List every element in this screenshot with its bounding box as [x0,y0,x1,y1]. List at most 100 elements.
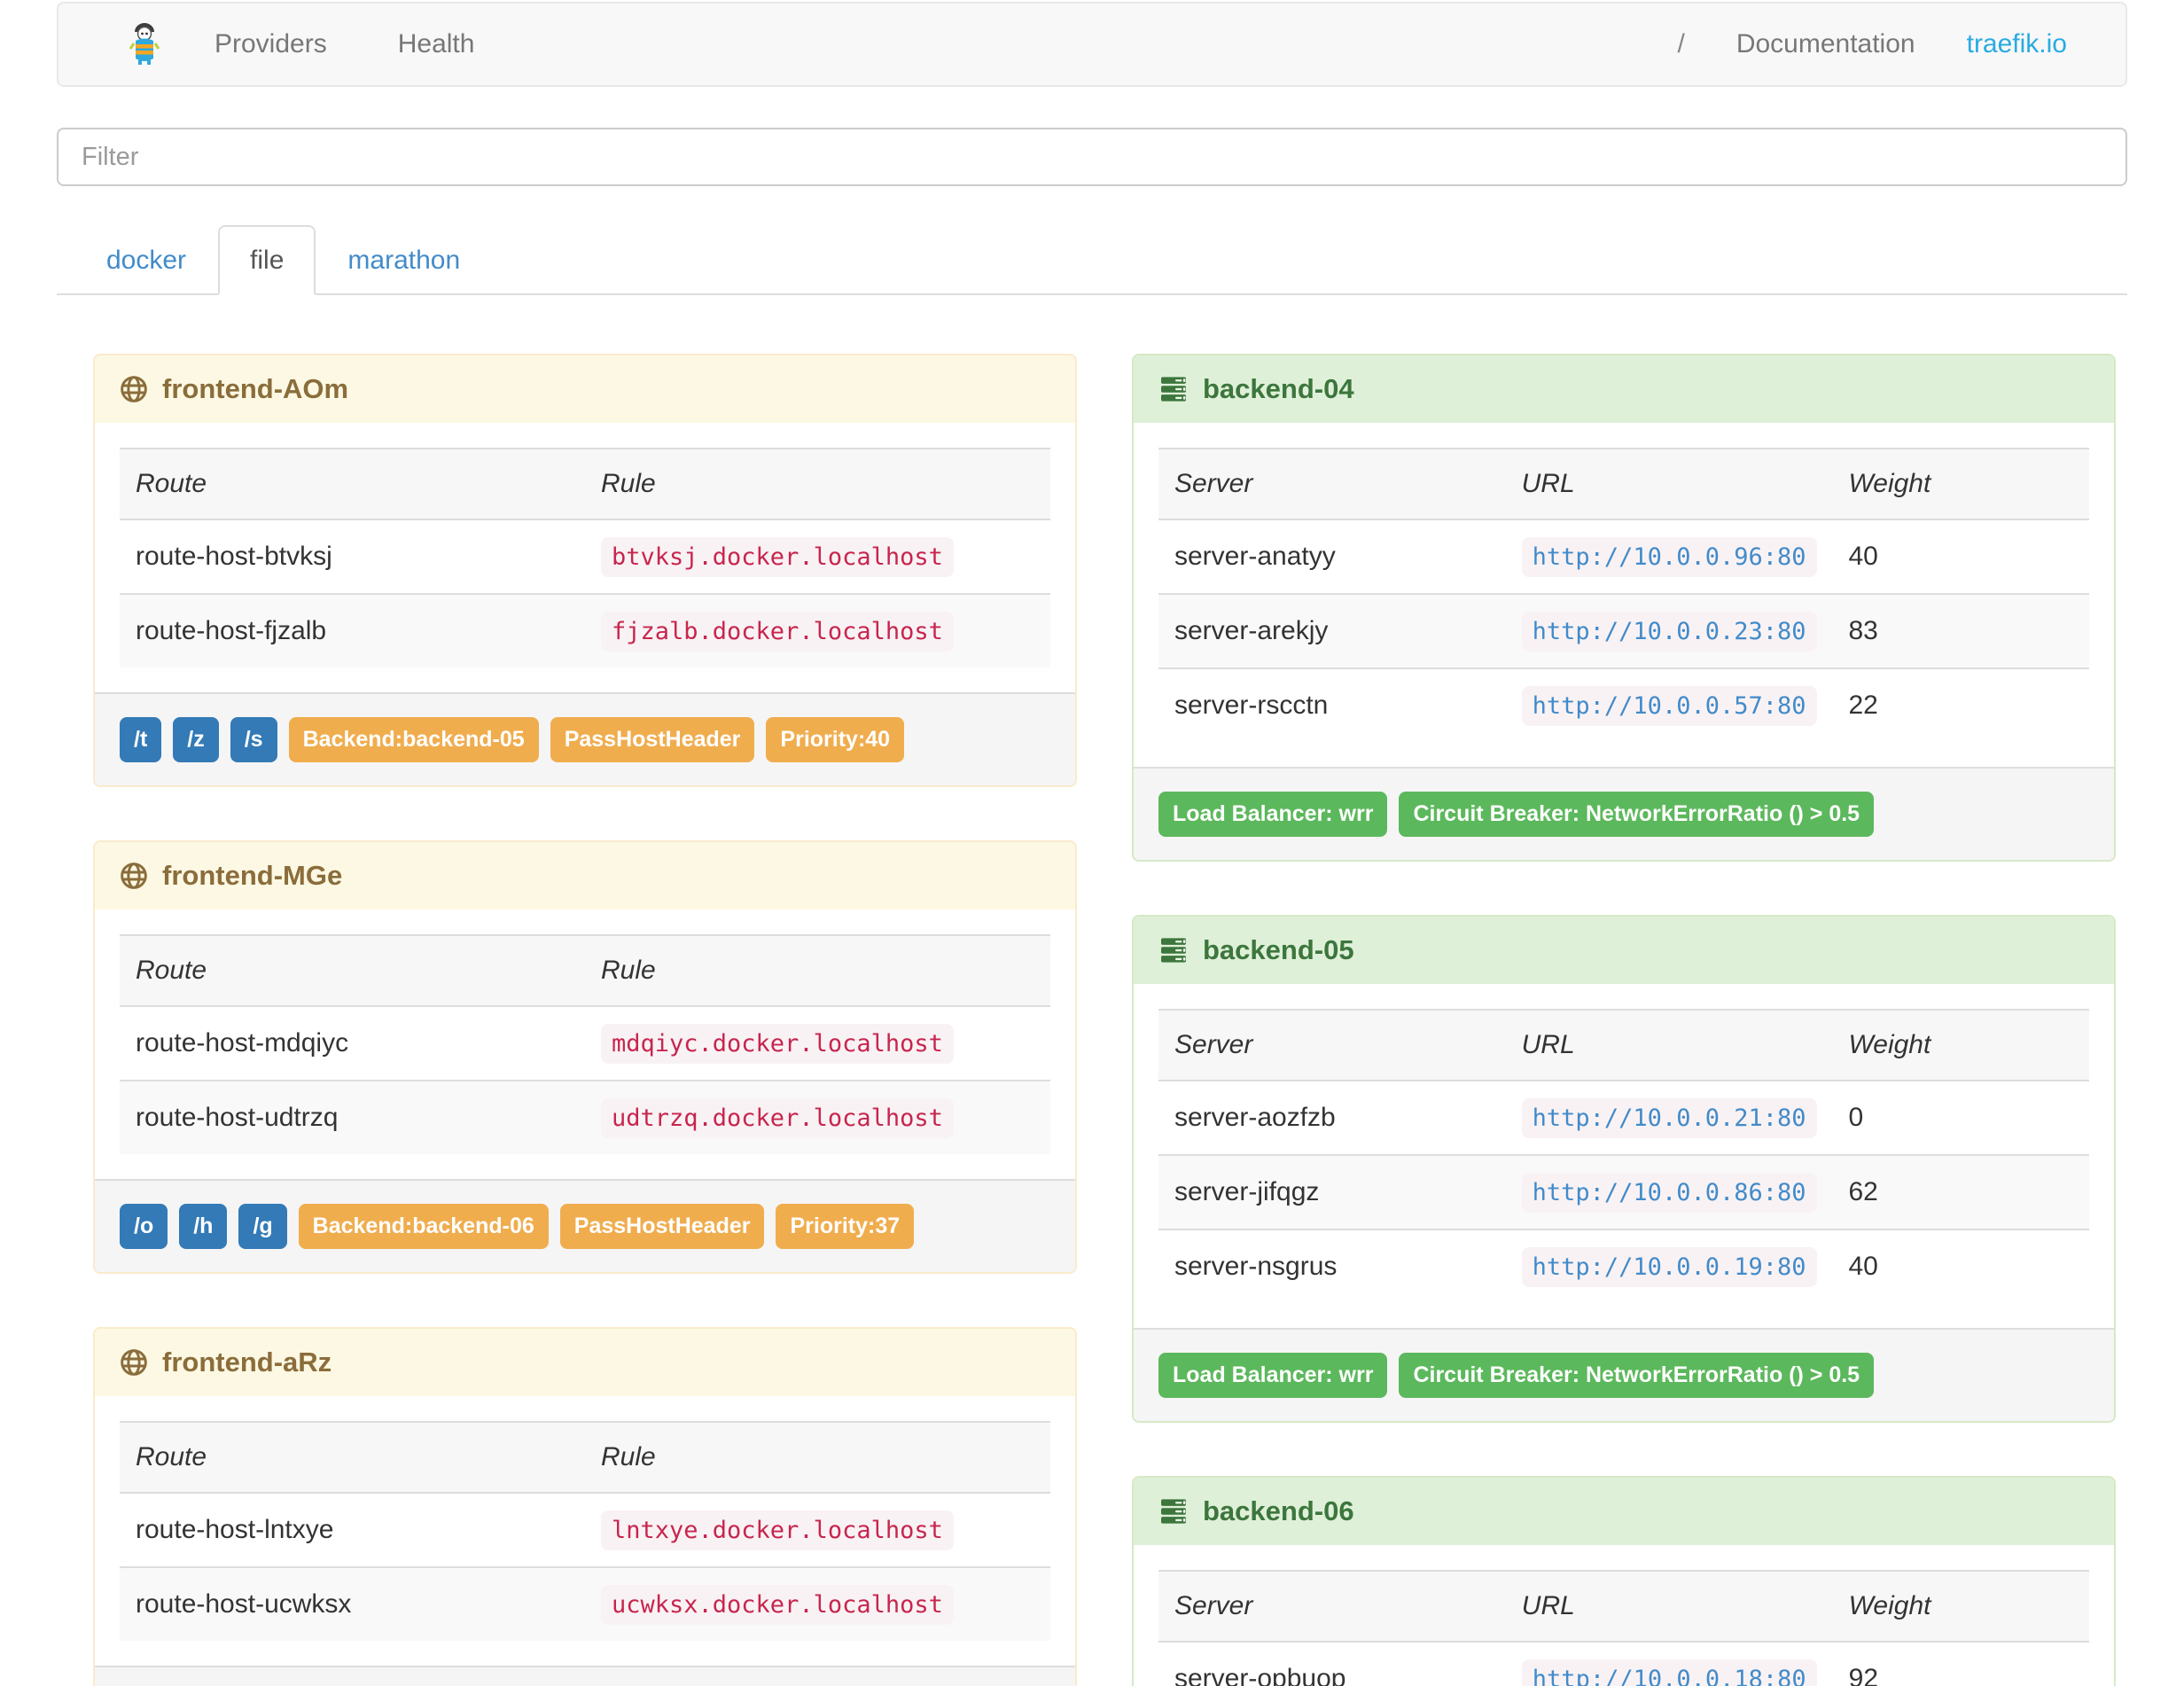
route-name: route-host-ucwksx [120,1566,585,1641]
routes-table-header-row: Route Rule [120,1421,1050,1494]
nav-link-documentation[interactable]: Documentation [1736,29,1915,59]
server-name: server-arekjy [1158,593,1506,668]
frontend-card-header: frontend-MGe [95,842,1075,909]
provider-tabs: docker file marathon [57,225,2127,295]
servers-table: Server URL Weight server-aozfzb http://1… [1158,1009,2089,1303]
frontend-setting-badge: Priority:40 [766,717,905,762]
backend-card-body: Server URL Weight server-aozfzb http://1… [1134,984,2114,1328]
entrypoint-badge: /t [120,717,162,762]
frontend-card-footer: /b/g/y Backend:backend-04PassHostHeaderP… [95,1666,1075,1686]
server-url-link[interactable]: http://10.0.0.96:80 [1521,537,1817,577]
column-header-url: URL [1505,1009,1833,1081]
server-url-link[interactable]: http://10.0.0.86:80 [1521,1173,1817,1213]
frontend-card-footer: /o/h/g Backend:backend-06 PassHostHeader P… [95,1179,1075,1272]
tab-file: file [218,225,316,295]
server-weight: 83 [1832,593,2089,668]
server-weight: 62 [1832,1154,2089,1229]
routes-table: Route Rule route-host-mdqiyc mdqiyc.dock… [120,934,1050,1154]
frontend-card: frontend-AOm Route Rule route-host-btvks… [93,354,1077,787]
frontend-card: frontend-MGe Route Rule route-host-mdqiy… [93,840,1077,1274]
column-header-route: Route [120,1421,585,1494]
server-row: server-nsgrus http://10.0.0.19:80 40 [1158,1229,2089,1303]
entrypoint-badge: /h [179,1204,228,1249]
tab-marathon: marathon [316,225,492,293]
server-name: server-rscctn [1158,667,1506,742]
frontend-card-body: Route Rule route-host-btvksj btvksj.dock… [95,423,1075,692]
frontend-setting-badge: Backend:backend-05 [288,717,539,762]
frontend-card-header: frontend-AOm [95,355,1075,423]
server-url-code: http://10.0.0.18:80 [1521,1659,1817,1686]
server-stack-icon [1158,1497,1189,1526]
server-row: server-jifqgz http://10.0.0.86:80 62 [1158,1154,2089,1229]
server-url-link[interactable]: http://10.0.0.23:80 [1521,612,1817,652]
globe-icon [120,375,148,403]
backend-card-footer: Load Balancer: wrr Circuit Breaker: Netwo… [1134,1328,2114,1421]
frontend-setting-badge: Priority:37 [776,1204,915,1249]
nav-link-providers[interactable]: Providers [214,29,327,59]
backend-setting-badge: Load Balancer: wrr [1158,792,1388,837]
frontend-setting-badge: Backend:backend-06 [298,1204,549,1249]
routes-table-header-row: Route Rule [120,448,1050,520]
server-name: server-jifqgz [1158,1154,1506,1229]
rule-code: lntxye.docker.localhost [601,1510,954,1550]
frontend-card-body: Route Rule route-host-lntxye lntxye.dock… [95,1396,1075,1666]
route-row: route-host-lntxye lntxye.docker.localhos… [120,1493,1050,1567]
backend-card: backend-06 Server URL Weight server-opbu… [1132,1476,2116,1686]
entrypoint-badge: /g [238,1204,287,1249]
frontend-card-header: frontend-aRz [95,1329,1075,1396]
route-name: route-host-lntxye [136,1515,334,1544]
backend-card-header: backend-05 [1134,917,2114,984]
column-header-rule: Rule [585,934,1050,1007]
server-row: server-aozfzb http://10.0.0.21:80 0 [1158,1081,2089,1155]
tab-link-docker[interactable]: docker [74,225,218,295]
rule-code: mdqiyc.docker.localhost [601,1024,954,1064]
routes-table: Route Rule route-host-btvksj btvksj.dock… [120,448,1050,667]
tab-link-marathon[interactable]: marathon [316,225,492,295]
nav-link-traefik-io[interactable]: traefik.io [1967,29,2067,59]
nav-separator: / [1677,29,1685,59]
content: frontend-AOm Route Rule route-host-btvks… [93,354,2184,1686]
column-header-weight: Weight [1832,448,2089,520]
servers-table-header-row: Server URL Weight [1158,1009,2089,1081]
rule-code: fjzalb.docker.localhost [601,612,954,652]
column-header-server: Server [1158,448,1506,520]
nav-link-health[interactable]: Health [398,29,475,59]
route-row: route-host-ucwksx ucwksx.docker.localhos… [120,1566,1050,1641]
backend-card-header: backend-04 [1134,355,2114,423]
server-name: server-aozfzb [1174,1103,1336,1132]
server-url-code: http://10.0.0.96:80 [1521,537,1817,577]
server-name: server-opbuop [1174,1664,1346,1686]
tab-link-file[interactable]: file [218,225,316,295]
server-url-code: http://10.0.0.19:80 [1521,1247,1817,1287]
server-stack-icon [1158,936,1189,964]
column-header-rule: Rule [585,1421,1050,1494]
backend-setting-badge: Circuit Breaker: NetworkErrorRatio () > … [1399,1353,1875,1398]
backend-card-body: Server URL Weight server-anatyy http://1… [1134,423,2114,767]
backend-card: backend-05 Server URL Weight server-aozf… [1132,915,2116,1423]
server-row: server-arekjy http://10.0.0.23:80 83 [1158,593,2089,668]
traefik-logo-icon [128,22,161,66]
servers-table-header-row: Server URL Weight [1158,448,2089,520]
server-stack-icon [1158,375,1189,403]
route-name: route-host-btvksj [136,542,332,571]
route-name: route-host-fjzalb [120,593,585,667]
entrypoint-badge: /z [173,717,219,762]
server-url-link[interactable]: http://10.0.0.18:80 [1521,1659,1817,1686]
server-url-link[interactable]: http://10.0.0.57:80 [1521,686,1817,726]
server-url-code: http://10.0.0.57:80 [1521,686,1817,726]
server-url-link[interactable]: http://10.0.0.19:80 [1521,1247,1817,1287]
column-header-rule: Rule [585,448,1050,520]
frontend-card: frontend-aRz Route Rule route-host-lntxy… [93,1327,1077,1686]
server-row: server-rscctn http://10.0.0.57:80 22 [1158,667,2089,742]
frontend-setting-badge: PassHostHeader [550,717,755,762]
frontend-card-footer: /t/z/s Backend:backend-05 PassHostHeader P… [95,692,1075,785]
backend-card: backend-04 Server URL Weight server-anat… [1132,354,2116,862]
backend-title: backend-06 [1203,1495,1354,1526]
column-header-weight: Weight [1832,1570,2089,1643]
server-url-link[interactable]: http://10.0.0.21:80 [1521,1098,1817,1138]
server-url-code: http://10.0.0.23:80 [1521,612,1817,652]
frontends-column: frontend-AOm Route Rule route-host-btvks… [93,354,1077,1686]
server-url-code: http://10.0.0.21:80 [1521,1098,1817,1138]
route-row: route-host-fjzalb fjzalb.docker.localhos… [120,593,1050,667]
filter-input[interactable] [57,128,2127,186]
